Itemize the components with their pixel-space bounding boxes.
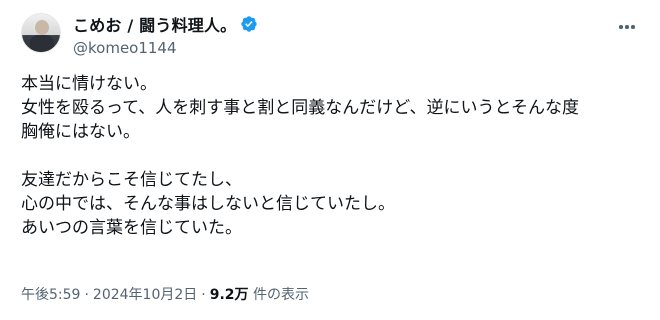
handle[interactable]: @komeo1144 — [73, 38, 258, 58]
avatar[interactable] — [21, 13, 61, 53]
more-dot — [625, 25, 629, 29]
avatar-head — [35, 20, 49, 35]
verified-badge-icon[interactable] — [240, 15, 258, 33]
display-name-row: こめお / 闘う料理人。 — [73, 13, 258, 35]
avatar-body — [30, 35, 54, 52]
views-count: 9.2万 — [209, 287, 249, 303]
views-label: 件の表示 — [252, 287, 309, 303]
tweet-time: 午後5:59 — [21, 287, 81, 303]
tweet-date: 2024年10月2日 — [92, 287, 198, 303]
display-name[interactable]: こめお / 闘う料理人。 — [73, 12, 236, 36]
more-dot — [619, 25, 623, 29]
tweet-meta: 午後5:59 · 2024年10月2日 · 9.2万 件の表示 — [21, 285, 309, 305]
tweet-line: 女性を殴るって、人を刺す事と割と同義なんだけど、逆にいうとそんな度 — [21, 98, 579, 118]
tweet-line: 心の中では、そんな事はしないと信じていたし。 — [21, 194, 395, 214]
meta-separator: · — [84, 287, 89, 303]
more-horizontal-icon[interactable] — [617, 17, 637, 37]
tweet-line: あいつの言葉を信じていた。 — [21, 218, 242, 238]
tweet-card: こめお / 闘う料理人。 @komeo1144 本当に情けない。 女性を殴るって… — [0, 0, 660, 320]
tweet-line: 本当に情けない。 — [21, 74, 157, 94]
tweet-header: こめお / 闘う料理人。 @komeo1144 — [21, 13, 641, 61]
tweet-line: 友達だからこそ信じてたし、 — [21, 170, 242, 190]
tweet-line: 胸俺にはない。 — [21, 122, 140, 142]
tweet-time-link[interactable]: 午後5:59 · 2024年10月2日 — [21, 287, 197, 303]
more-dot — [631, 25, 635, 29]
author-names: こめお / 闘う料理人。 @komeo1144 — [73, 13, 258, 58]
meta-separator: · — [201, 287, 206, 303]
tweet-text: 本当に情けない。 女性を殴るって、人を刺す事と割と同義なんだけど、逆にいうとそん… — [21, 72, 641, 240]
